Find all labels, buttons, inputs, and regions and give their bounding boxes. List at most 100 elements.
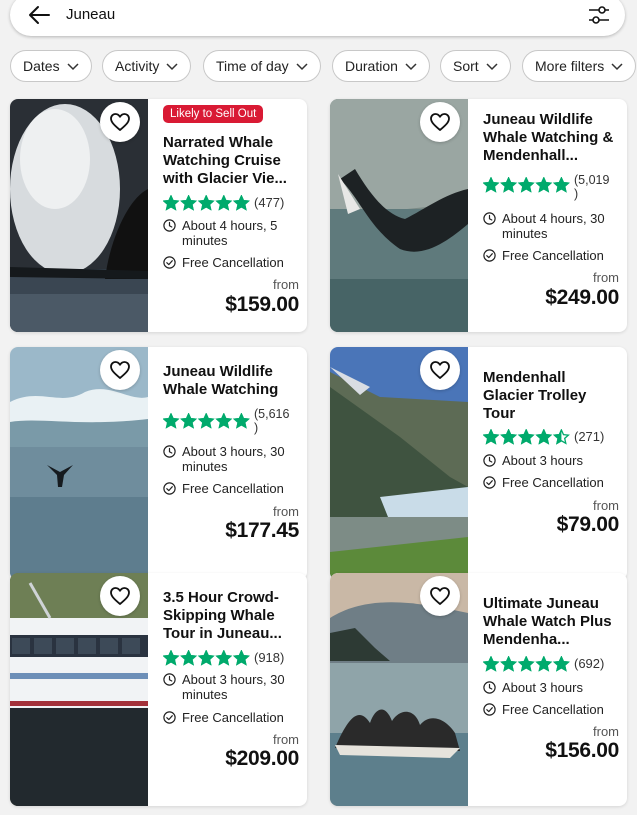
rating-stars bbox=[483, 656, 571, 672]
rating: (477) bbox=[163, 195, 284, 211]
tour-card[interactable]: 3.5 Hour Crowd-Skipping Whale Tour in Ju… bbox=[10, 573, 307, 806]
check-circle-icon bbox=[163, 482, 176, 495]
chip-label: Sort bbox=[453, 58, 479, 74]
search-bar[interactable]: Juneau bbox=[10, 0, 625, 36]
star-icon bbox=[232, 413, 250, 429]
star-icon bbox=[197, 195, 215, 211]
price-from-label: from bbox=[593, 724, 619, 739]
dates-filter[interactable]: Dates bbox=[10, 50, 92, 82]
save-button[interactable] bbox=[100, 102, 140, 142]
review-count: (271) bbox=[574, 429, 605, 444]
sliders-icon[interactable] bbox=[587, 3, 611, 27]
tour-title[interactable]: Juneau Wildlife Whale Watching & Mendenh… bbox=[483, 111, 615, 165]
star-icon bbox=[180, 195, 198, 211]
star-icon bbox=[535, 177, 553, 193]
duration-text: About 3 hours bbox=[502, 453, 583, 468]
check-circle-icon bbox=[163, 711, 176, 724]
heart-icon bbox=[110, 113, 130, 131]
star-icon bbox=[232, 650, 250, 666]
tour-title[interactable]: Juneau Wildlife Whale Watching bbox=[163, 363, 295, 399]
cancellation-text: Free Cancellation bbox=[182, 255, 284, 270]
tour-card[interactable]: Likely to Sell Out Narrated Whale Watchi… bbox=[10, 99, 307, 332]
activity-filter[interactable]: Activity bbox=[102, 50, 192, 82]
check-circle-icon bbox=[483, 476, 496, 489]
clock-icon bbox=[163, 219, 176, 232]
star-icon bbox=[500, 429, 518, 445]
clock-icon bbox=[483, 454, 496, 467]
tour-title[interactable]: Mendenhall Glacier Trolley Tour bbox=[483, 369, 615, 423]
clock-icon bbox=[163, 445, 176, 458]
save-button[interactable] bbox=[420, 576, 460, 616]
chip-label: Dates bbox=[23, 58, 60, 74]
cancellation-text: Free Cancellation bbox=[502, 702, 604, 717]
star-rating-graphic bbox=[483, 177, 570, 193]
chip-label: Duration bbox=[345, 58, 398, 74]
star-icon bbox=[535, 656, 553, 672]
rating: (5,616 ) bbox=[163, 407, 294, 435]
price: $156.00 bbox=[545, 739, 619, 762]
price-from-label: from bbox=[593, 270, 619, 285]
tour-card[interactable]: Ultimate Juneau Whale Watch Plus Mendenh… bbox=[330, 573, 627, 806]
star-icon bbox=[517, 429, 535, 445]
heart-icon bbox=[430, 587, 450, 605]
review-count: (5,019 ) bbox=[574, 173, 610, 201]
star-icon bbox=[215, 413, 233, 429]
star-icon bbox=[215, 650, 233, 666]
rating-stars bbox=[163, 195, 251, 211]
sell-out-badge: Likely to Sell Out bbox=[163, 105, 264, 123]
cancellation: Free Cancellation bbox=[483, 702, 619, 717]
duration-text: About 4 hours, 5 minutes bbox=[182, 218, 278, 248]
price: $209.00 bbox=[225, 747, 299, 770]
save-button[interactable] bbox=[100, 576, 140, 616]
star-icon bbox=[232, 195, 250, 211]
rating: (271) bbox=[483, 429, 604, 445]
tour-card[interactable]: Juneau Wildlife Whale Watching & Mendenh… bbox=[330, 99, 627, 332]
price-from-label: from bbox=[273, 732, 299, 747]
star-icon bbox=[500, 177, 518, 193]
save-button[interactable] bbox=[420, 350, 460, 390]
review-count: (692) bbox=[574, 656, 605, 671]
time-of-day-filter[interactable]: Time of day bbox=[203, 50, 321, 82]
chevron-down-icon bbox=[405, 63, 417, 71]
sort-filter[interactable]: Sort bbox=[440, 50, 511, 82]
tour-card[interactable]: Juneau Wildlife Whale Watching (5,616 ) … bbox=[10, 347, 307, 580]
cancellation: Free Cancellation bbox=[483, 475, 619, 490]
save-button[interactable] bbox=[420, 102, 460, 142]
review-count: (918) bbox=[254, 650, 285, 665]
star-rating-graphic bbox=[163, 650, 250, 666]
star-icon bbox=[163, 650, 180, 666]
more-filters[interactable]: More filters bbox=[522, 50, 637, 82]
save-button[interactable] bbox=[100, 350, 140, 390]
heart-icon bbox=[110, 587, 130, 605]
star-icon bbox=[180, 413, 198, 429]
clock-icon bbox=[483, 212, 496, 225]
price: $159.00 bbox=[225, 293, 299, 316]
chip-label: Time of day bbox=[216, 58, 289, 74]
tour-title[interactable]: 3.5 Hour Crowd-Skipping Whale Tour in Ju… bbox=[163, 589, 295, 643]
duration-text: About 3 hours, 30 minutes bbox=[182, 672, 285, 702]
tour-title[interactable]: Ultimate Juneau Whale Watch Plus Mendenh… bbox=[483, 595, 615, 649]
duration-text: About 3 hours bbox=[502, 680, 583, 695]
cancellation: Free Cancellation bbox=[163, 255, 299, 270]
heart-icon bbox=[430, 113, 450, 131]
duration-filter[interactable]: Duration bbox=[332, 50, 430, 82]
star-rating-graphic bbox=[163, 413, 250, 429]
duration: About 3 hours, 30 minutes bbox=[163, 672, 299, 702]
check-circle-icon bbox=[483, 703, 496, 716]
search-query[interactable]: Juneau bbox=[66, 6, 115, 23]
star-icon bbox=[483, 429, 500, 445]
star-icon bbox=[517, 177, 535, 193]
cancellation: Free Cancellation bbox=[163, 481, 299, 496]
star-rating-graphic bbox=[483, 656, 570, 672]
cancellation-text: Free Cancellation bbox=[502, 475, 604, 490]
tour-card[interactable]: Mendenhall Glacier Trolley Tour (271) Ab… bbox=[330, 347, 627, 580]
star-icon bbox=[163, 195, 180, 211]
duration-text: About 3 hours, 30 minutes bbox=[182, 444, 285, 474]
heart-icon bbox=[430, 361, 450, 379]
tour-title[interactable]: Narrated Whale Watching Cruise with Glac… bbox=[163, 134, 295, 188]
price-from-label: from bbox=[593, 498, 619, 513]
rating: (692) bbox=[483, 656, 604, 672]
star-icon bbox=[552, 429, 570, 445]
arrow-left-icon[interactable] bbox=[28, 5, 50, 25]
star-icon bbox=[180, 650, 198, 666]
